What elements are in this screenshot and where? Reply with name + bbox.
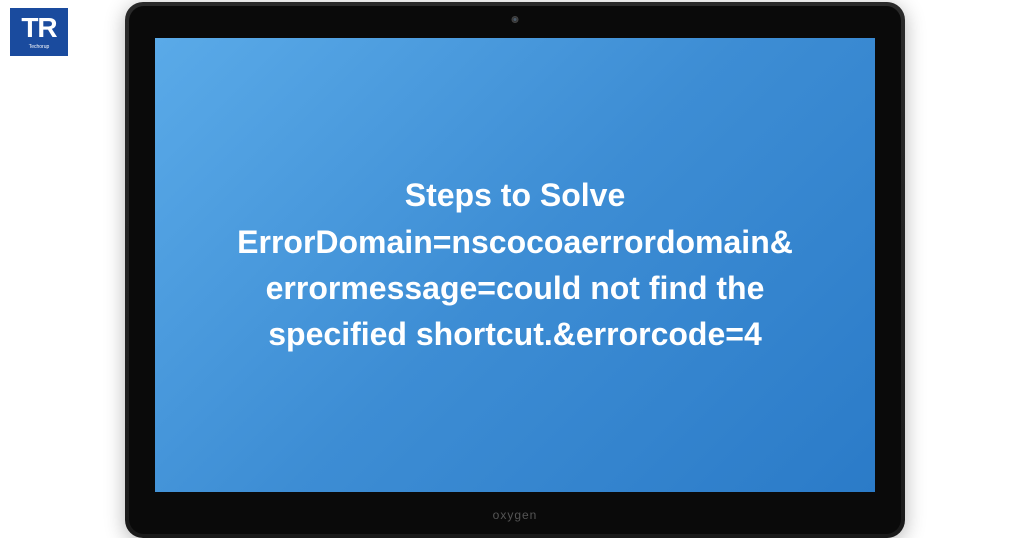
logo-text: TR <box>21 14 56 42</box>
tablet-bezel: Steps to Solve ErrorDomain=nscocoaerrord… <box>129 6 901 534</box>
tablet-screen: Steps to Solve ErrorDomain=nscocoaerrord… <box>153 36 877 494</box>
brand-logo: TR Techorup <box>10 8 68 56</box>
tablet-camera-icon <box>512 16 519 23</box>
tablet-brand-label: oxygen <box>493 508 538 522</box>
error-message-title: Steps to Solve ErrorDomain=nscocoaerrord… <box>235 172 795 358</box>
logo-subtext: Techorup <box>29 44 50 50</box>
tablet-device: Steps to Solve ErrorDomain=nscocoaerrord… <box>125 2 905 538</box>
